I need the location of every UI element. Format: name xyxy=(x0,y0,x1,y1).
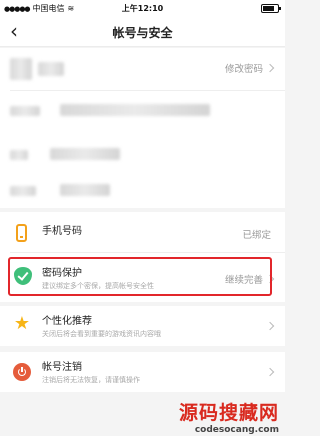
cancel-account-label: 帐号注销 xyxy=(42,362,82,373)
chevron-right-icon xyxy=(265,367,275,377)
redacted-field xyxy=(60,184,110,196)
personalize-label: 个性化推荐 xyxy=(42,316,92,327)
nav-bar: ‹ 帐号与安全 xyxy=(0,16,285,47)
battery-icon xyxy=(261,4,281,13)
redacted-field xyxy=(50,148,120,160)
watermark: 源码搜藏网 codesocang.com xyxy=(179,398,279,435)
phone-status: 已绑定 xyxy=(242,230,271,241)
password-protect-row[interactable] xyxy=(8,257,272,296)
account-name-redacted xyxy=(38,62,64,76)
cancel-account-row[interactable]: 帐号注销 注销后将无法恢复，请谨慎操作 xyxy=(0,352,285,392)
page-title: 帐号与安全 xyxy=(112,26,173,40)
personalize-subtitle: 关闭后将会看到重要的游戏资讯内容哦 xyxy=(42,330,161,338)
personalize-row[interactable]: ★ 个性化推荐 关闭后将会看到重要的游戏资讯内容哦 xyxy=(0,306,285,346)
watermark-url: codesocang.com xyxy=(194,425,279,435)
account-info-card: 修改密码 xyxy=(0,48,285,208)
phone-label: 手机号码 xyxy=(42,226,82,237)
redacted-field xyxy=(10,186,36,196)
power-icon xyxy=(13,363,31,381)
status-bar: ●●●●● 中国电信 ≋ 上午12:10 xyxy=(0,0,285,16)
redacted-field xyxy=(10,150,28,160)
redacted-field xyxy=(60,104,210,116)
avatar xyxy=(10,58,32,80)
watermark-title: 源码搜藏网 xyxy=(178,402,279,424)
chevron-right-icon xyxy=(265,63,275,73)
redacted-field xyxy=(10,106,40,116)
change-password-link[interactable]: 修改密码 xyxy=(225,61,263,75)
star-icon: ★ xyxy=(13,313,31,334)
chevron-right-icon xyxy=(265,321,275,331)
phone-icon xyxy=(16,224,27,242)
cancel-account-subtitle: 注销后将无法恢复，请谨慎操作 xyxy=(42,376,140,384)
divider xyxy=(10,252,285,253)
status-time: 上午12:10 xyxy=(121,4,164,13)
divider xyxy=(10,90,285,91)
